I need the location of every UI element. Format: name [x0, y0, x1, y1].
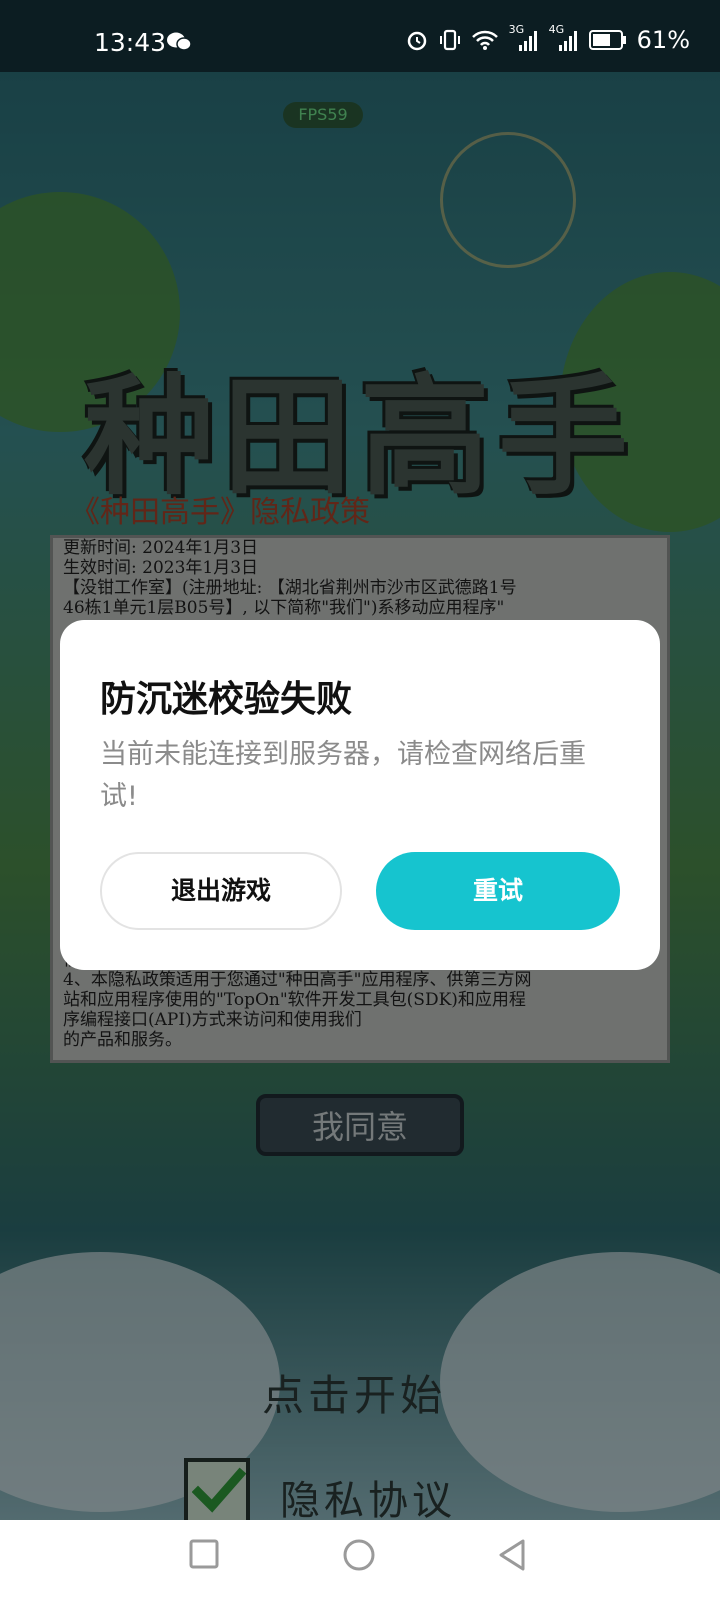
wifi-icon	[471, 29, 499, 51]
home-icon[interactable]	[342, 1538, 376, 1576]
signal-icon-3g: 3G	[509, 23, 539, 51]
battery-percent: 61%	[636, 26, 690, 54]
vibrate-icon	[439, 28, 461, 52]
alarm-icon	[405, 28, 429, 52]
retry-button[interactable]: 重试	[376, 852, 620, 930]
wechat-icon	[166, 31, 192, 53]
battery-icon	[588, 29, 627, 51]
dialog-message: 当前未能连接到服务器，请检查网络后重试!	[100, 739, 586, 812]
anti-addiction-error-dialog: 防沉迷校验失败 当前未能连接到服务器，请检查网络后重试! 退出游戏 重试	[60, 620, 660, 970]
status-time: 13:43	[94, 28, 167, 57]
status-bar: 13:43 3G 4G 61%	[0, 0, 720, 72]
network-label-4g: 4G	[548, 23, 565, 36]
navigation-bar	[0, 1520, 720, 1600]
dialog-title: 防沉迷校验失败	[100, 679, 353, 720]
network-label-3g: 3G	[508, 23, 525, 36]
signal-icon-4g: 4G	[549, 23, 579, 51]
recent-apps-icon[interactable]	[188, 1538, 220, 1574]
exit-game-button[interactable]: 退出游戏	[100, 852, 342, 930]
back-icon[interactable]	[496, 1538, 528, 1576]
